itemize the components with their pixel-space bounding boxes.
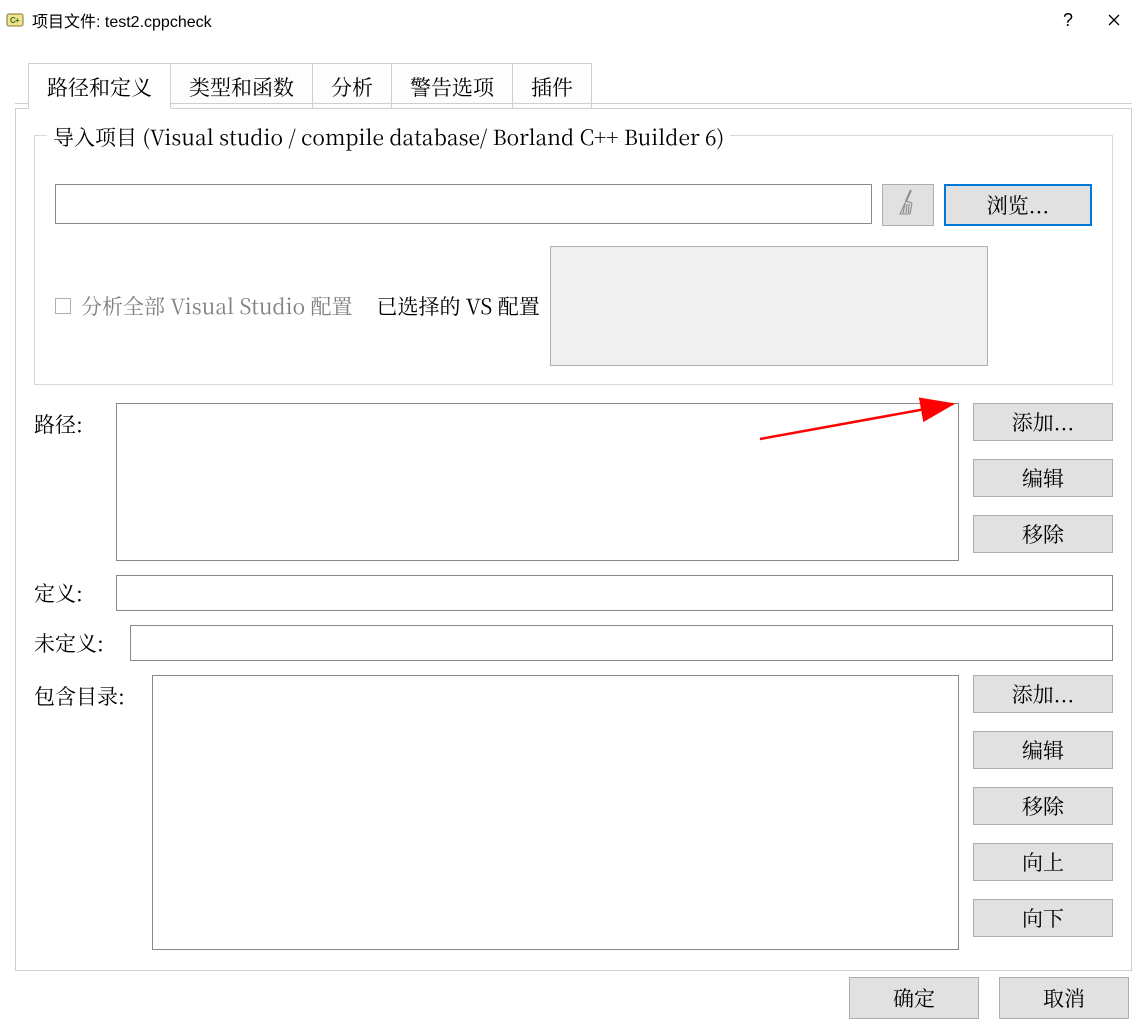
- tab-bar: 路径和定义 类型和函数 分析 警告选项 插件: [28, 62, 1147, 108]
- includes-remove-button[interactable]: 移除: [973, 787, 1113, 825]
- import-path-input[interactable]: [55, 184, 872, 224]
- clear-import-icon-button[interactable]: [882, 184, 934, 226]
- tab-panel: 导入项目 (Visual studio / compile database/ …: [15, 108, 1132, 971]
- svg-text:+: +: [15, 16, 20, 25]
- import-project-group: 导入项目 (Visual studio / compile database/ …: [34, 135, 1113, 385]
- includes-down-button[interactable]: 向下: [973, 899, 1113, 937]
- include-dirs-list[interactable]: [152, 675, 959, 950]
- app-icon: C +: [6, 11, 24, 29]
- undefines-input[interactable]: [130, 625, 1113, 661]
- paths-label: 路径:: [34, 403, 116, 439]
- includes-up-button[interactable]: 向上: [973, 843, 1113, 881]
- cancel-button[interactable]: 取消: [999, 977, 1129, 1019]
- defines-label: 定义:: [34, 578, 116, 608]
- include-dirs-label: 包含目录:: [34, 675, 152, 711]
- includes-add-button[interactable]: 添加...: [973, 675, 1113, 713]
- broom-icon: [897, 189, 919, 221]
- help-button[interactable]: ?: [1045, 5, 1091, 35]
- selected-vs-config-list: [550, 246, 988, 366]
- defines-input[interactable]: [116, 575, 1113, 611]
- ok-button[interactable]: 确定: [849, 977, 979, 1019]
- import-project-group-title: 导入项目 (Visual studio / compile database/ …: [47, 122, 730, 152]
- selected-vs-config-label: 已选择的 VS 配置: [377, 291, 540, 321]
- browse-button[interactable]: 浏览...: [944, 184, 1092, 226]
- analyze-all-vs-label: 分析全部 Visual Studio 配置: [81, 291, 353, 321]
- paths-list[interactable]: [116, 403, 959, 561]
- paths-add-button[interactable]: 添加...: [973, 403, 1113, 441]
- undefines-label: 未定义:: [34, 628, 130, 658]
- analyze-all-vs-checkbox: [55, 298, 71, 314]
- paths-edit-button[interactable]: 编辑: [973, 459, 1113, 497]
- close-button[interactable]: [1091, 5, 1137, 35]
- tab-underline: [15, 103, 1132, 104]
- paths-remove-button[interactable]: 移除: [973, 515, 1113, 553]
- tab-paths-defines[interactable]: 路径和定义: [28, 63, 171, 109]
- window-title: 项目文件: test2.cppcheck: [32, 8, 1045, 32]
- includes-edit-button[interactable]: 编辑: [973, 731, 1113, 769]
